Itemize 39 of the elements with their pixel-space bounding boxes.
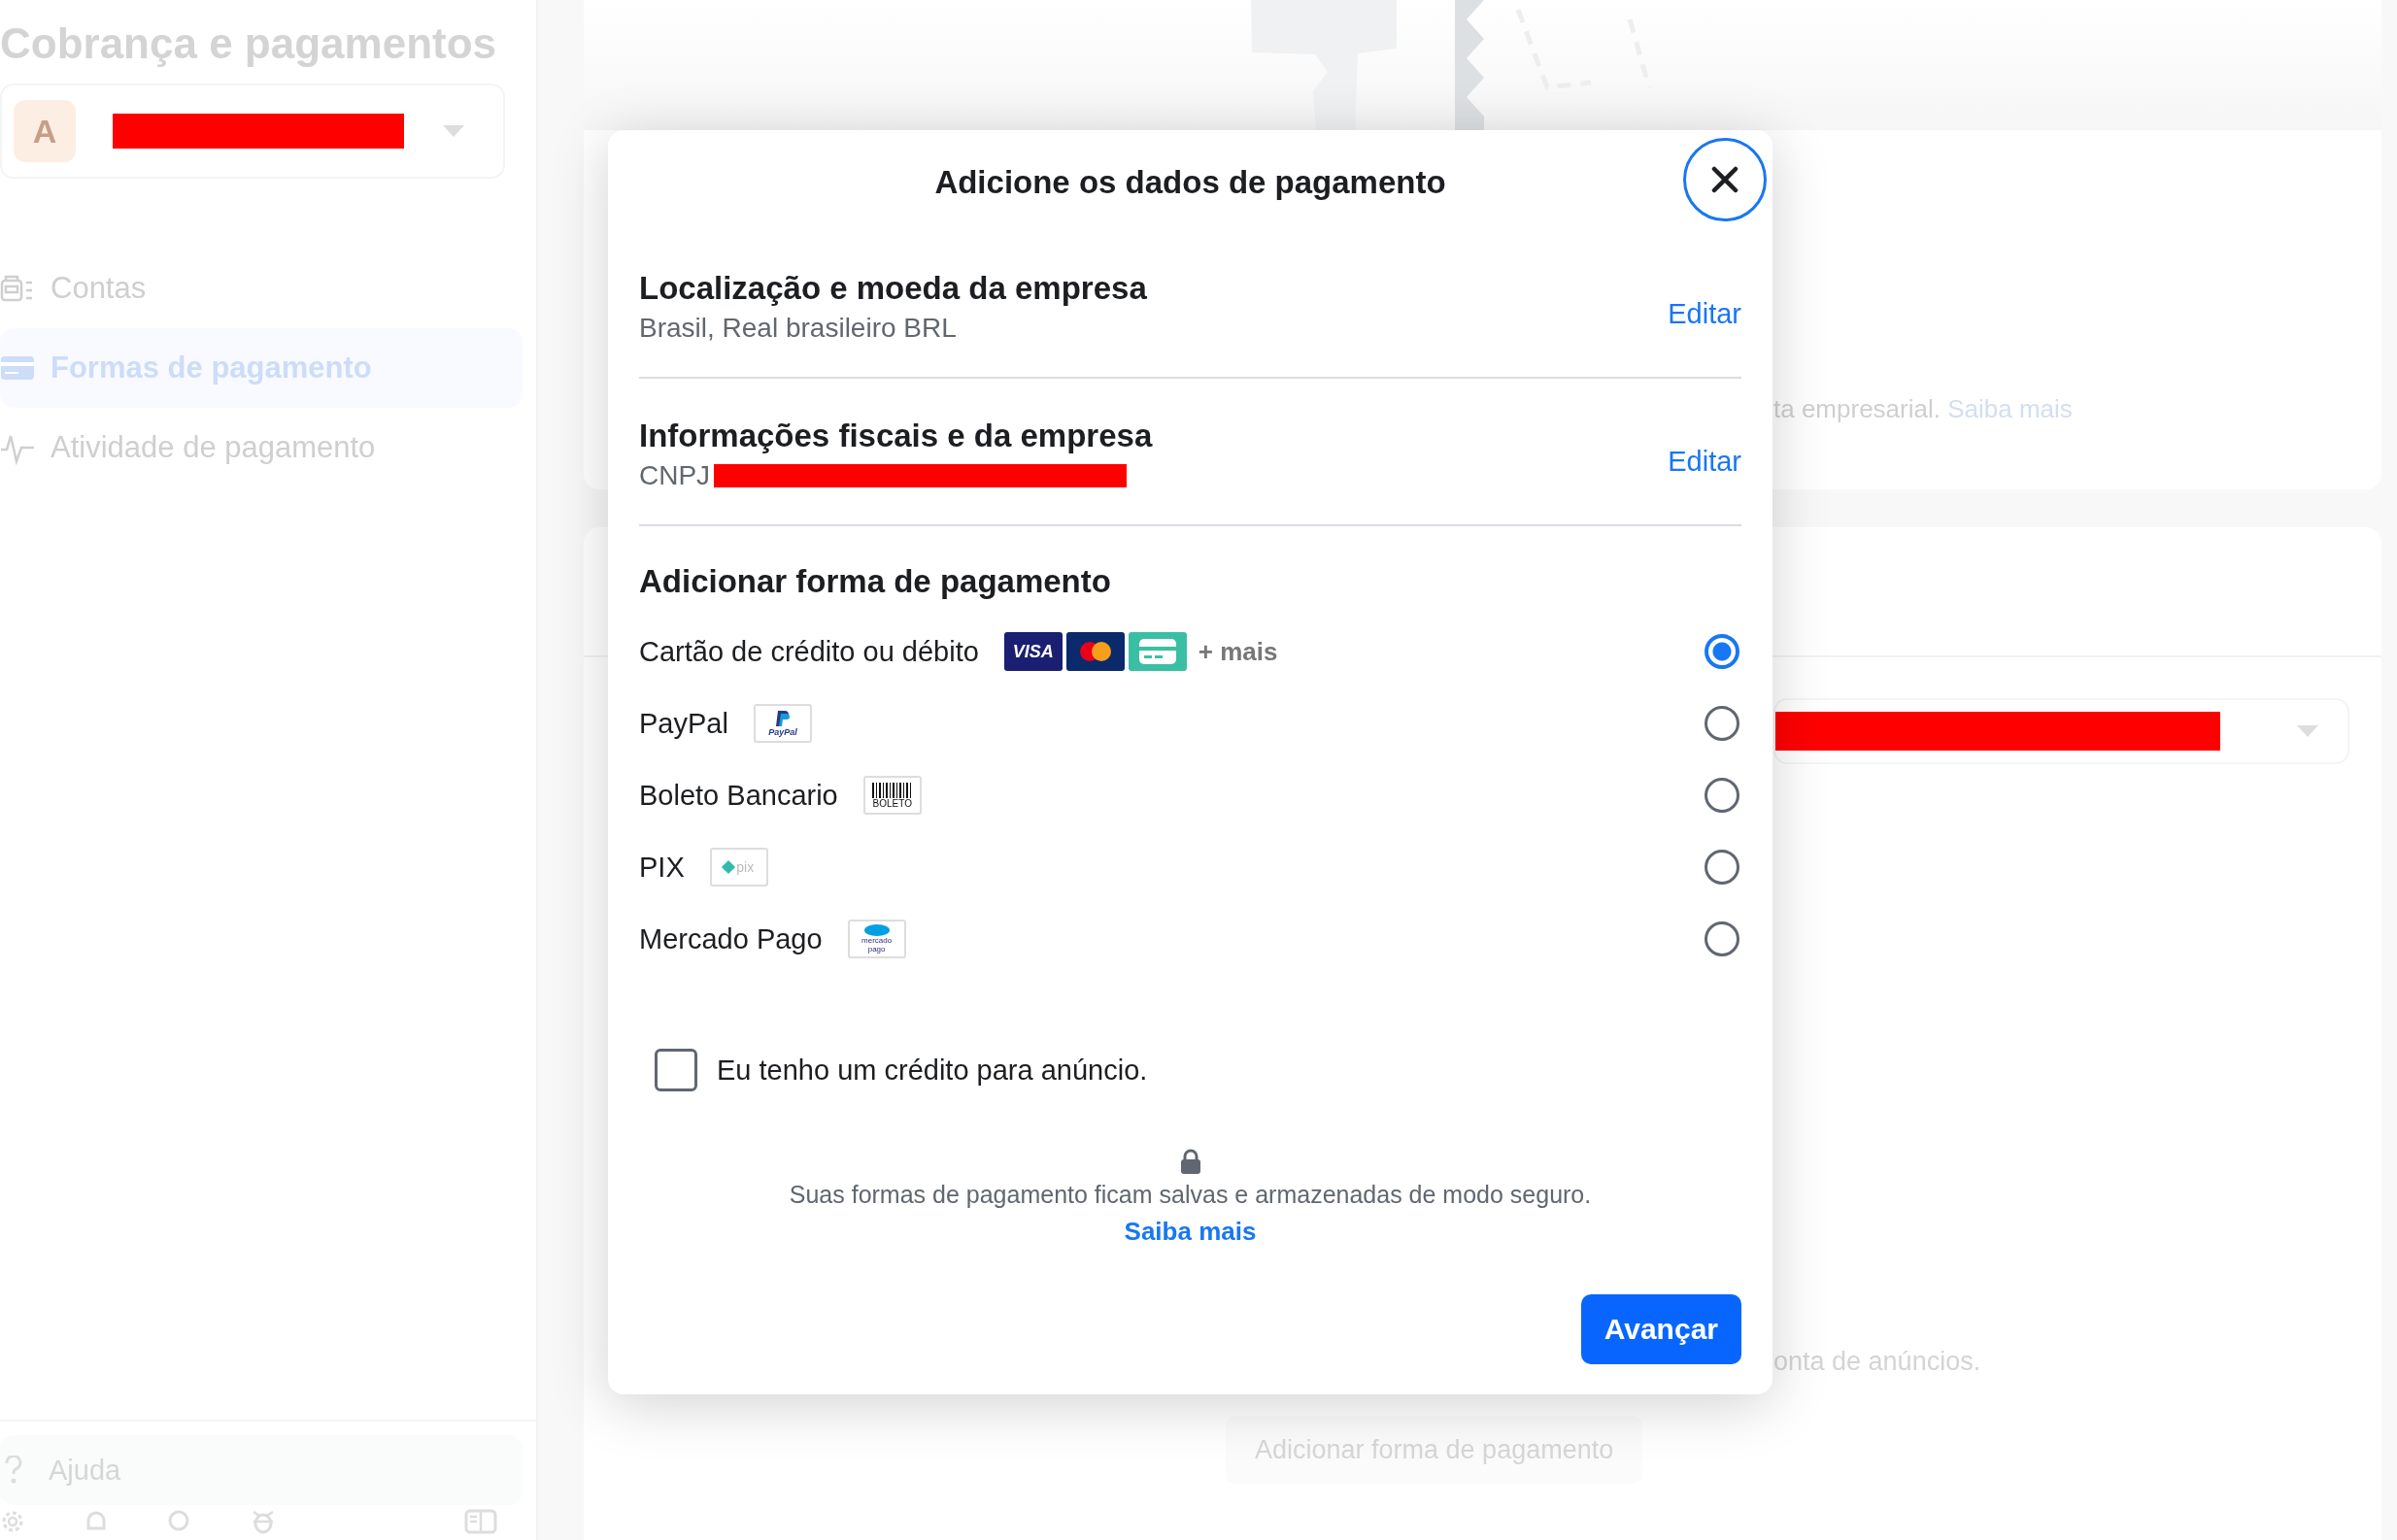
section-heading: Adicionar forma de pagamento	[639, 563, 1112, 600]
caret-icon	[2297, 725, 2318, 737]
checkbox[interactable]	[655, 1049, 697, 1091]
section-value: Brasil, Real brasileiro BRL	[639, 313, 957, 344]
payment-method-label: Boleto Bancario	[639, 779, 838, 812]
security-note: Suas formas de pagamento ficam salvas e armazenadas de modo seguro.	[789, 1181, 1592, 1209]
radio-button[interactable]	[1705, 850, 1739, 885]
payment-method-label: PayPal	[639, 707, 728, 740]
account-dropdown[interactable]	[1773, 698, 2349, 764]
payment-method-label: Cartão de crédito ou débito	[639, 635, 979, 668]
mercado-pago-logo: mercado pago	[847, 920, 906, 958]
card-logo	[1128, 632, 1187, 671]
next-button[interactable]: Avançar	[1580, 1294, 1741, 1364]
account-avatar: A	[14, 100, 76, 162]
edit-link[interactable]: Editar	[1668, 297, 1741, 330]
section-heading: Localização e moeda da empresa	[639, 270, 1148, 307]
section-value: CNPJ	[639, 460, 711, 491]
section-heading: Informações fiscais e da empresa	[639, 418, 1154, 454]
radio-button[interactable]	[1705, 778, 1739, 813]
pix-logo: pix	[709, 848, 768, 887]
mastercard-logo	[1065, 632, 1125, 671]
help-icon	[4, 1456, 23, 1485]
visa-logo: VISA	[1003, 632, 1063, 671]
radio-button[interactable]	[1705, 921, 1739, 956]
checkbox-label: Eu tenho um crédito para anúncio.	[717, 1054, 1148, 1087]
learn-more-link[interactable]: Saiba mais	[1124, 1217, 1257, 1247]
account-selector[interactable]: A	[0, 84, 505, 179]
close-icon	[1710, 165, 1739, 194]
paypal-logo: PayPal	[753, 704, 812, 743]
radio-button[interactable]	[1705, 634, 1739, 669]
edit-link[interactable]: Editar	[1668, 445, 1741, 478]
radio-button[interactable]	[1705, 706, 1739, 741]
more-methods-text: + mais	[1198, 636, 1278, 667]
dialog-title: Adicione os dados de pagamento	[934, 164, 1446, 201]
payment-method-label: Mercado Pago	[639, 922, 823, 955]
boleto-logo: BOLETO	[862, 776, 922, 815]
payment-method-label: PIX	[639, 851, 685, 884]
caret-icon	[443, 125, 464, 137]
lock-icon	[1178, 1148, 1202, 1175]
